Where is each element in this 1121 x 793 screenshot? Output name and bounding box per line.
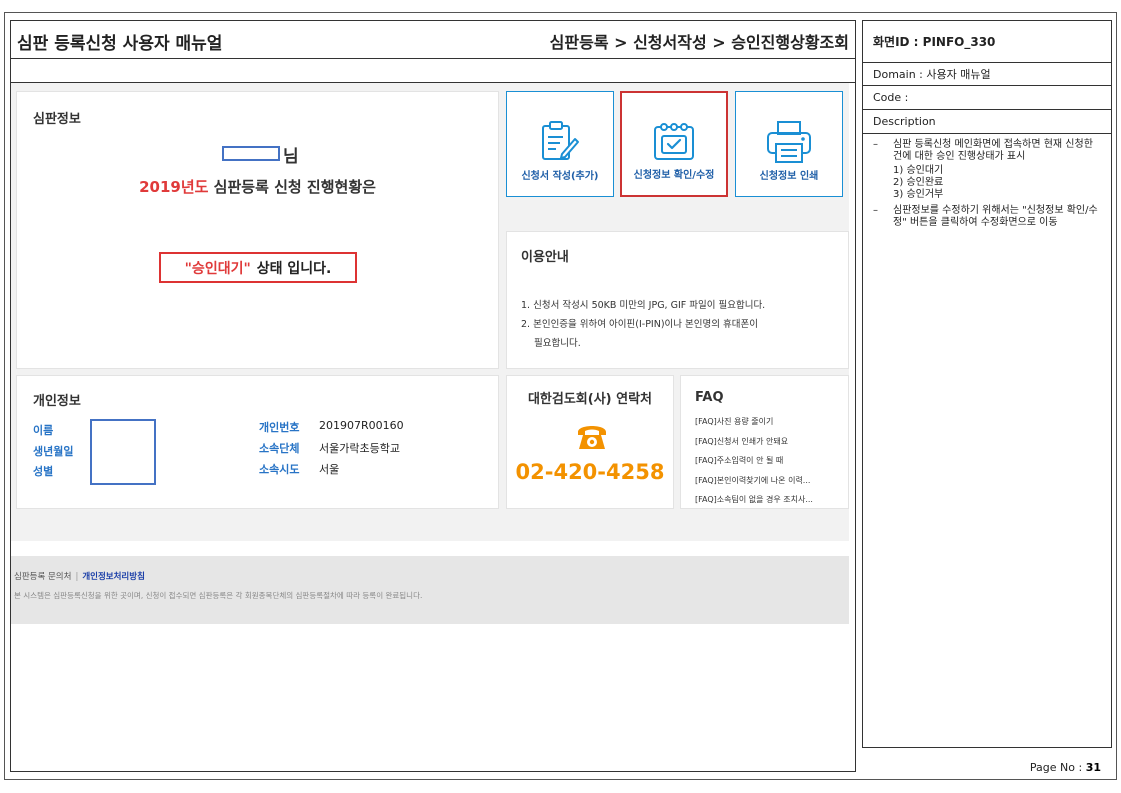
name-suffix: 님 [283,147,299,167]
description-dash: – [873,205,878,216]
title-bar: 심판 등록신청 사용자 매뉴얼 심판등록 > 신청서작성 > 승인진행상황조회 [11,21,855,59]
status-option: 3) 승인거부 [893,189,944,200]
contact-card: 대한검도회(사) 연락처 02-420-4258 [506,375,674,509]
user-name-masked [222,146,280,161]
id-label: 개인번호 [259,421,300,434]
org-label: 소속단체 [259,442,300,455]
footer-privacy-link[interactable]: 개인정보처리방침 [82,572,145,582]
referee-info-title: 심판정보 [33,112,81,127]
footer-separator: | [75,572,79,582]
description-text: 심판 등록신청 메인화면에 접속하면 현재 신청한 건에 대한 승인 진행상태가… [893,139,1093,162]
year-highlight: 2019년도 [139,178,209,196]
sub-bar [11,59,855,83]
contact-title: 대한검도회(사) 연락처 [527,392,653,407]
tile-check-edit-application[interactable]: 신청정보 확인/수정 [620,91,728,197]
status-option: 1) 승인대기 [893,165,944,176]
usage-guide-list: 1. 신청서 작성시 50KB 미만의 JPG, GIF 파일이 필요합니다. … [521,296,765,353]
progress-heading: 2019년도 심판등록 신청 진행현황은 [17,176,498,197]
site-footer: 심판등록 문의처 | 개인정보처리방침 본 시스템은 심판등록신청을 위한 곳이며,… [11,556,849,624]
contact-phone-number[interactable]: 02-420-4258 [507,460,673,484]
description-item: – 심판 등록신청 메인화면에 접속하면 현재 신청한 건에 대한 승인 진행상… [873,139,1105,163]
city-value: 서울 [319,463,340,476]
tile-write-application-label: 신청서 작성(추가) [521,171,599,182]
referee-info-card: 심판정보 님 2019년도 심판등록 신청 진행현황은 "승인대기" 상태 입니… [16,91,499,369]
faq-list: [FAQ]사진 용량 줄이기 [FAQ]신청서 인쇄가 안돼요 [FAQ]주소입… [695,412,813,510]
description-item: – 심판정보를 수정하기 위해서는 "신청정보 확인/수정" 버튼을 클릭하여 … [873,205,1105,229]
gender-label: 성별 [33,465,54,478]
printer-icon [765,120,813,168]
profile-photo-masked [90,419,156,485]
faq-link[interactable]: [FAQ]신청서 인쇄가 안돼요 [695,432,813,452]
progress-heading-text: 심판등록 신청 진행현황은 [213,178,376,196]
description-text: 심판정보를 수정하기 위해서는 "신청정보 확인/수정" 버튼을 클릭하여 수정… [893,205,1098,228]
faq-card: FAQ [FAQ]사진 용량 줄이기 [FAQ]신청서 인쇄가 안돼요 [FAQ… [680,375,849,509]
status-value: "승인대기" [184,260,251,277]
faq-link[interactable]: [FAQ]소속팀이 없을 경우 조치사... [695,490,813,510]
page-number-value: 31 [1085,761,1101,774]
description-panel: 화면ID : PINFO_330 Domain : 사용자 매뉴얼 Code :… [862,20,1112,748]
status-option: 2) 승인완료 [893,177,944,188]
description-body: – 심판 등록신청 메인화면에 접속하면 현재 신청한 건에 대한 승인 진행상… [873,139,1105,231]
nav-path: 심판등록 > 신청서작성 > 승인진행상황조회 [549,33,849,52]
org-value: 서울가락초등학교 [319,442,400,455]
usage-guide-line3: 필요합니다. [534,338,581,349]
tile-write-application[interactable]: 신청서 작성(추가) [506,91,614,197]
description-label: Description [863,110,1111,134]
usage-guide-title: 이용안내 [521,250,569,265]
footer-inquiry-link[interactable]: 심판등록 문의처 [14,572,71,582]
tile-print-application[interactable]: 신청정보 인쇄 [735,91,843,197]
calendar-check-icon [652,121,696,167]
main-panel: 심판 등록신청 사용자 매뉴얼 심판등록 > 신청서작성 > 승인진행상황조회 … [10,20,856,772]
faq-title: FAQ [695,390,724,405]
footer-notice: 본 시스템은 심판등록신청을 위한 곳이며, 신청이 접수되면 심판등록은 각 … [14,591,423,600]
usage-guide-line1: 1. 신청서 작성시 50KB 미만의 JPG, GIF 파일이 필요합니다. [521,300,766,311]
app-screen: 심판정보 님 2019년도 심판등록 신청 진행현황은 "승인대기" 상태 입니… [11,83,855,771]
page-number-label: Page No : [1029,761,1083,774]
footer-links: 심판등록 문의처 | 개인정보처리방침 [14,570,145,582]
birth-label: 생년월일 [33,445,74,458]
description-dash: – [873,139,878,150]
name-label: 이름 [33,424,54,437]
code-row: Code : [863,86,1111,110]
approval-status-box: "승인대기" 상태 입니다. [159,252,357,283]
usage-guide-card: 이용안내 1. 신청서 작성시 50KB 미만의 JPG, GIF 파일이 필요… [506,231,849,369]
status-suffix: 상태 입니다. [256,260,332,277]
city-label: 소속시도 [259,463,300,476]
personal-info-card: 개인정보 이름 생년월일 성별 개인번호 201907R00160 소속단체 서… [16,375,499,509]
faq-link[interactable]: [FAQ]주소입력이 안 될 때 [695,451,813,471]
faq-link[interactable]: [FAQ]본인이력찾기에 나온 이력... [695,471,813,491]
faq-link[interactable]: [FAQ]사진 용량 줄이기 [695,412,813,432]
screen-id: 화면ID : PINFO_330 [863,21,1111,63]
id-value: 201907R00160 [319,419,404,432]
page-number: Page No : 31 [1030,761,1101,774]
doc-title: 심판 등록신청 사용자 매뉴얼 [17,34,223,54]
form-edit-icon [540,120,580,166]
tile-print-label: 신청정보 인쇄 [759,171,819,182]
tile-check-edit-label: 신청정보 확인/수정 [633,170,715,181]
phone-icon [575,420,609,456]
personal-info-title: 개인정보 [33,394,81,409]
domain-row: Domain : 사용자 매뉴얼 [863,63,1111,86]
usage-guide-line2: 2. 본인인증을 위하여 아이핀(I-PIN)이나 본인명의 휴대폰이 [521,319,758,330]
